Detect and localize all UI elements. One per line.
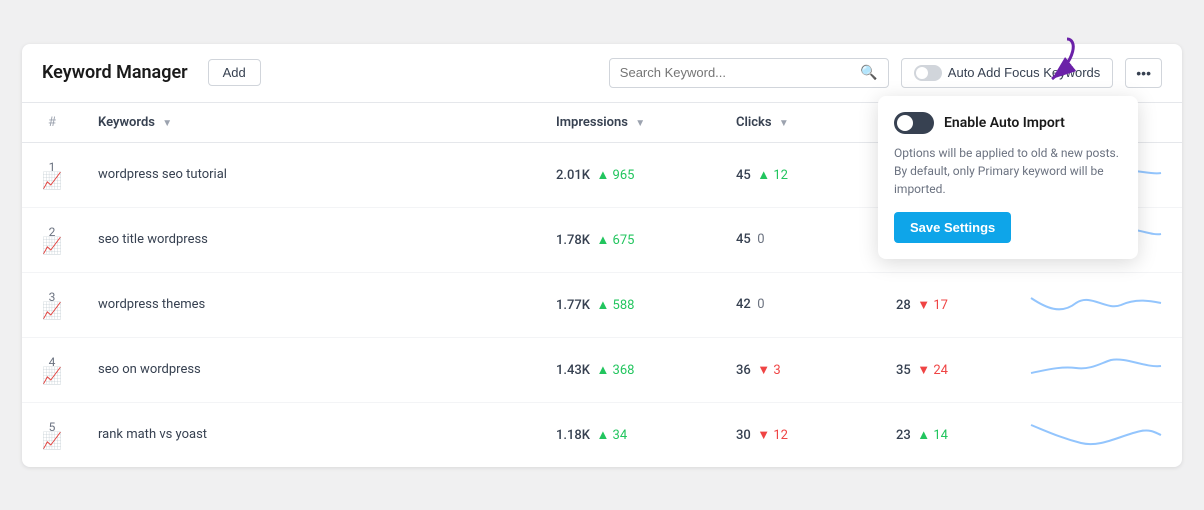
clicks-sort-icon[interactable]: ▼ [779,118,789,129]
row-num-cell: 3 📈 [22,272,82,337]
sparkline-chart [1026,413,1166,453]
enable-auto-import-toggle[interactable] [894,112,934,134]
row-clicks-cell: 30 ▼ 12 [720,402,880,467]
auto-import-popup: Enable Auto Import Options will be appli… [878,96,1138,259]
header: Keyword Manager Add 🔍 Auto Add Focus Key… [22,44,1182,103]
row-position-cell: 23 ▲ 14 [880,402,1010,467]
row-position-cell: 28 ▼ 17 [880,272,1010,337]
row-impressions-cell: 1.78K ▲ 675 [540,207,720,272]
row-position-cell: 35 ▼ 24 [880,337,1010,402]
row-keyword-cell: wordpress seo tutorial [82,142,540,207]
table-row: 3 📈 wordpress themes 1.77K ▲ 588 42 0 28… [22,272,1182,337]
row-impressions-cell: 1.43K ▲ 368 [540,337,720,402]
auto-add-label: Auto Add Focus Keywords [948,65,1100,80]
row-num-cell: 5 📈 [22,402,82,467]
row-num-cell: 2 📈 [22,207,82,272]
row-keyword-cell: wordpress themes [82,272,540,337]
row-clicks-cell: 45 ▲ 12 [720,142,880,207]
row-keyword-cell: rank math vs yoast [82,402,540,467]
page-title: Keyword Manager [42,62,188,83]
row-impressions-cell: 2.01K ▲ 965 [540,142,720,207]
popup-description: Options will be applied to old & new pos… [894,144,1122,198]
row-chart-cell [1010,272,1182,337]
search-icon: 🔍 [860,65,877,81]
table-row: 5 📈 rank math vs yoast 1.18K ▲ 34 30 ▼ 1… [22,402,1182,467]
row-num-cell: 4 📈 [22,337,82,402]
sparkline-chart [1026,283,1166,323]
save-settings-button[interactable]: Save Settings [894,212,1011,243]
row-clicks-cell: 45 0 [720,207,880,272]
table-row: 4 📈 seo on wordpress 1.43K ▲ 368 36 ▼ 3 … [22,337,1182,402]
row-num-cell: 1 📈 [22,142,82,207]
main-card: Keyword Manager Add 🔍 Auto Add Focus Key… [22,44,1182,467]
row-chart-cell [1010,402,1182,467]
row-chart-cell [1010,337,1182,402]
popup-toggle-row: Enable Auto Import [894,112,1122,134]
sparkline-chart [1026,348,1166,388]
keywords-sort-icon[interactable]: ▼ [162,118,172,129]
row-impressions-cell: 1.77K ▲ 588 [540,272,720,337]
row-keyword-cell: seo on wordpress [82,337,540,402]
more-options-button[interactable]: ••• [1125,58,1162,88]
add-button[interactable]: Add [208,59,261,86]
row-clicks-cell: 42 0 [720,272,880,337]
search-input[interactable] [620,65,855,80]
row-keyword-cell: seo title wordpress [82,207,540,272]
col-header-impressions: Impressions ▼ [540,103,720,143]
row-impressions-cell: 1.18K ▲ 34 [540,402,720,467]
impressions-sort-icon[interactable]: ▼ [635,118,645,129]
row-clicks-cell: 36 ▼ 3 [720,337,880,402]
popup-title: Enable Auto Import [944,115,1065,131]
col-header-clicks: Clicks ▼ [720,103,880,143]
search-wrap: 🔍 [609,58,889,88]
col-header-keywords: Keywords ▼ [82,103,540,143]
auto-add-toggle[interactable] [914,65,942,81]
col-header-num: # [22,103,82,143]
auto-add-focus-keywords-button[interactable]: Auto Add Focus Keywords [901,58,1113,88]
